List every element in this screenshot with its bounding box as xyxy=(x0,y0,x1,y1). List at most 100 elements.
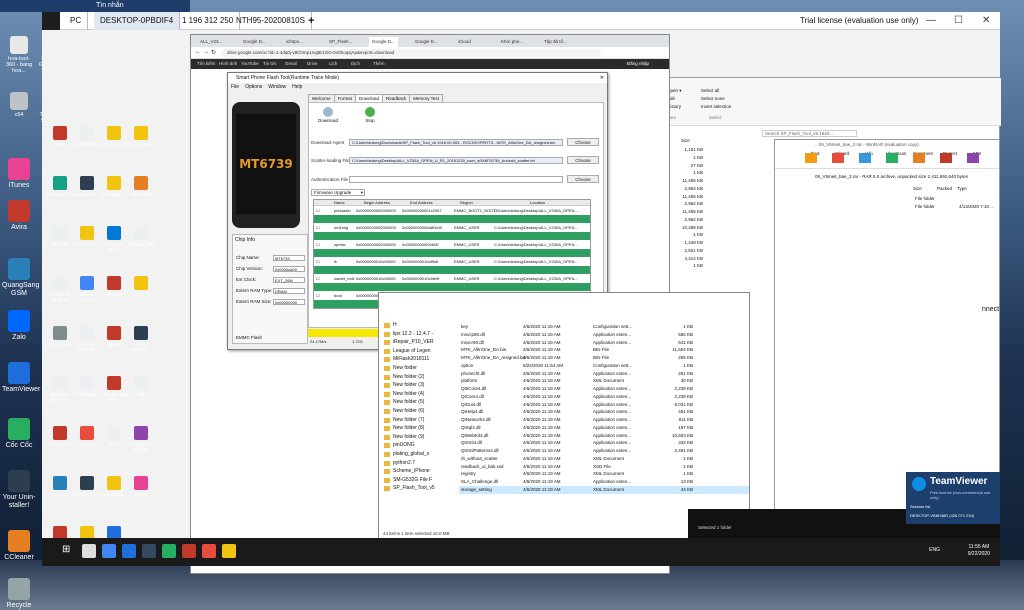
remote-clock[interactable]: 11:55 AM 9/22/2020 xyxy=(968,544,990,558)
remote-desktop-icon[interactable]: QuangSang... xyxy=(46,176,74,197)
partition-checkbox[interactable]: ☐ xyxy=(316,259,320,264)
download-agent-field[interactable]: C:\Users\ledung\Downloads\SP_Flash_Tool_… xyxy=(349,139,563,146)
winrar-tool[interactable]: Protect xyxy=(940,151,960,163)
close-button[interactable]: ✕ xyxy=(982,12,990,30)
winrar-tool[interactable]: Find xyxy=(805,151,825,163)
folder-item[interactable]: New folder (5) xyxy=(383,398,449,407)
remote-desktop-icon[interactable]: MiPCSuite xyxy=(127,176,155,197)
folder-item[interactable]: New folder (4) xyxy=(383,390,449,399)
winrar-tool[interactable]: SFX xyxy=(967,151,987,163)
file-row[interactable]: msvcr90.dll 4/6/2020 11:19 AM Application … xyxy=(459,339,749,347)
desktop-icon[interactable]: hoa-tuoi-360 - bang hoa... xyxy=(4,36,34,74)
rar-row-1[interactable]: File folder xyxy=(915,196,935,201)
ribbon-select-all[interactable]: Select all xyxy=(701,88,719,93)
remote-desktop-icon[interactable]: Google Chrome xyxy=(73,276,101,302)
remote-desktop-icon[interactable]: QcMT xyxy=(100,326,128,347)
partition-checkbox[interactable]: ☐ xyxy=(316,276,320,281)
desktop-icon[interactable]: Your Unin-staller! xyxy=(3,470,35,510)
folder-item[interactable]: New folder (6) xyxy=(383,407,449,416)
folder-item[interactable]: New folder (7) xyxy=(383,416,449,425)
desktop-icon[interactable]: QuangSang GSM xyxy=(2,258,39,298)
folder-item[interactable]: lips 12.2 - 12.4.7 - xyxy=(383,330,449,339)
remote-desktop-icon[interactable]: Microsoft Edge xyxy=(100,226,128,252)
bookmark-item[interactable]: Drive xyxy=(307,61,318,66)
taskbar-app-icon[interactable] xyxy=(142,544,156,558)
file-row[interactable]: storage_setting 4/6/2020 11:19 AM XML Docu… xyxy=(459,485,749,494)
remote-desktop-icon[interactable]: Danh ba-2020-05... xyxy=(73,326,101,352)
remote-desktop-icon[interactable]: Odin3_v3.1... xyxy=(73,226,101,247)
winrar-column[interactable]: Packed xyxy=(937,186,952,191)
folder-item[interactable]: New folder (8) xyxy=(383,424,449,433)
tab-desktop[interactable]: DESKTOP-0PBDIF4 xyxy=(94,12,181,30)
remote-desktop-icon[interactable]: JHI xyxy=(127,376,155,397)
explorer-search-input[interactable]: Search SP_Flash_Tool_v5.1640... xyxy=(762,130,857,137)
folder-item[interactable]: New folder xyxy=(383,364,449,373)
remote-desktop-icon[interactable]: iTunes xyxy=(127,476,155,497)
taskbar-app-icon[interactable] xyxy=(122,544,136,558)
winrar-tool[interactable]: VirusScan xyxy=(886,151,906,163)
maximize-button[interactable]: ☐ xyxy=(954,12,963,30)
chrome-tab[interactable]: Google D... xyxy=(369,37,398,47)
bookmark-item[interactable]: Tin tức xyxy=(263,61,277,66)
address-bar[interactable]: drive.google.com/uc?id=1-4dq0j-v8Chmp1rv… xyxy=(221,49,601,57)
file-row[interactable]: QtXmlPatterns4.dll 4/6/2020 11:19 AM Appli… xyxy=(459,447,749,455)
folder-item[interactable]: H xyxy=(383,321,449,330)
file-row[interactable]: rb_without_scatter 4/6/2020 11:19 AM XML D… xyxy=(459,455,749,463)
remote-desktop-icon[interactable]: usbredirect... xyxy=(73,176,101,197)
file-row[interactable]: QtNetwork4.dll 4/6/2020 11:19 AM Applicati… xyxy=(459,416,749,424)
tv-popup-partner[interactable]: DESKTOP-VB8H48D (426 071 234) xyxy=(910,513,974,518)
teamviewer-popup[interactable]: TeamViewer Free license (non-commercial … xyxy=(906,472,1000,524)
remote-desktop-icon[interactable]: 3uTools xyxy=(46,476,74,497)
taskbar-app-icon[interactable]: ⊞ xyxy=(62,544,76,558)
remote-desktop-icon[interactable]: Contacts-2... xyxy=(73,376,101,397)
minimize-button[interactable]: — xyxy=(926,12,936,30)
partition-checkbox[interactable]: ☐ xyxy=(316,208,320,213)
mode-select[interactable]: Firmware Upgrade ▾ xyxy=(311,189,365,196)
remote-desktop-icon[interactable]: Danh ba xyxy=(46,226,74,247)
partition-checkbox[interactable]: ☐ xyxy=(316,293,320,298)
taskbar-app-icon[interactable] xyxy=(202,544,216,558)
taskbar-app-icon[interactable] xyxy=(82,544,96,558)
file-row[interactable]: QtXml4.dll 4/6/2020 11:19 AM Application e… xyxy=(459,439,749,447)
folder-item[interactable]: iRepair_P10_VER xyxy=(383,338,449,347)
remote-desktop-icon[interactable]: Garena xyxy=(73,426,101,447)
chrome-tab[interactable]: Google D... xyxy=(240,37,269,47)
tab-pc[interactable]: PC xyxy=(64,12,89,30)
menu-item[interactable]: Help xyxy=(292,84,302,90)
file-row[interactable]: MTK_AllInOne_DA_resigned.bin 4/6/2020 11:… xyxy=(459,354,749,362)
desktop-icon[interactable]: CCleaner xyxy=(4,530,34,562)
file-row[interactable]: registry 4/6/2020 11:19 AM XML Document 1 K… xyxy=(459,470,749,478)
winrar-column[interactable]: Size xyxy=(913,186,922,191)
chrome-tab[interactable]: Khởi phe... xyxy=(498,37,526,47)
bookmark-item[interactable]: Lịch xyxy=(329,61,337,66)
chrome-tab[interactable]: SP_Flash... xyxy=(326,37,355,47)
remote-desktop-icon[interactable]: y11 xyxy=(127,276,155,297)
folder-item[interactable]: New folder (9) xyxy=(383,433,449,442)
folder-item[interactable]: python2.7 xyxy=(383,459,449,468)
remote-screen[interactable]: QcMT 107757538... Odin3_v3.1... ALL_V230A..… xyxy=(42,30,1001,574)
chip-info-title[interactable]: Chip Info xyxy=(233,235,307,245)
scatter-choose-button[interactable]: Choose xyxy=(567,156,599,164)
winrar-column[interactable]: Type xyxy=(957,186,967,191)
remote-desktop-icon[interactable]: USB Redirect... xyxy=(127,326,155,352)
top-strip-menu[interactable]: Tìn nhắn xyxy=(96,2,124,9)
remote-desktop-icon[interactable]: QcMT xyxy=(46,126,74,147)
folder-item[interactable]: SP_Flash_Tool_v5 xyxy=(383,484,449,493)
partition-row[interactable]: ☐ loader_ext1 0x0000000010c00000 0x00000000… xyxy=(314,274,590,291)
file-row[interactable]: Qt5Core4.dll 4/6/2020 11:19 AM Application… xyxy=(459,385,749,393)
partition-checkbox[interactable]: ☐ xyxy=(316,242,320,247)
file-row[interactable]: option 9/22/2020 11:54 AM Configuration se… xyxy=(459,362,749,370)
partition-row[interactable]: ☐ preloader 0x0000000000000000 0x0000000000… xyxy=(314,206,590,223)
remote-desktop-icon[interactable]: Danh ba_002 xyxy=(127,226,155,247)
chrome-tab[interactable]: Google D... xyxy=(412,37,441,47)
remote-desktop-icon[interactable]: Ep k xyxy=(100,426,128,447)
taskbar-app-icon[interactable] xyxy=(222,544,236,558)
chrome-tab[interactable]: ALL_V23... xyxy=(197,37,225,47)
forward-icon[interactable]: → xyxy=(203,49,209,55)
remote-desktop-icon[interactable]: iRePair_P10... xyxy=(73,476,102,497)
remote-desktop-icon[interactable]: LDMultiPla... xyxy=(100,476,128,497)
desktop-icon[interactable]: iTunes xyxy=(4,158,34,190)
remote-desktop-icon[interactable]: Core Temp xyxy=(46,426,74,447)
file-row[interactable]: QtWebKit4.dll 4/6/2020 11:19 AM Applicatio… xyxy=(459,432,749,440)
file-row[interactable]: MTK_AllInOne_DA.bin 4/6/2020 11:19 AM BIN … xyxy=(459,346,749,354)
